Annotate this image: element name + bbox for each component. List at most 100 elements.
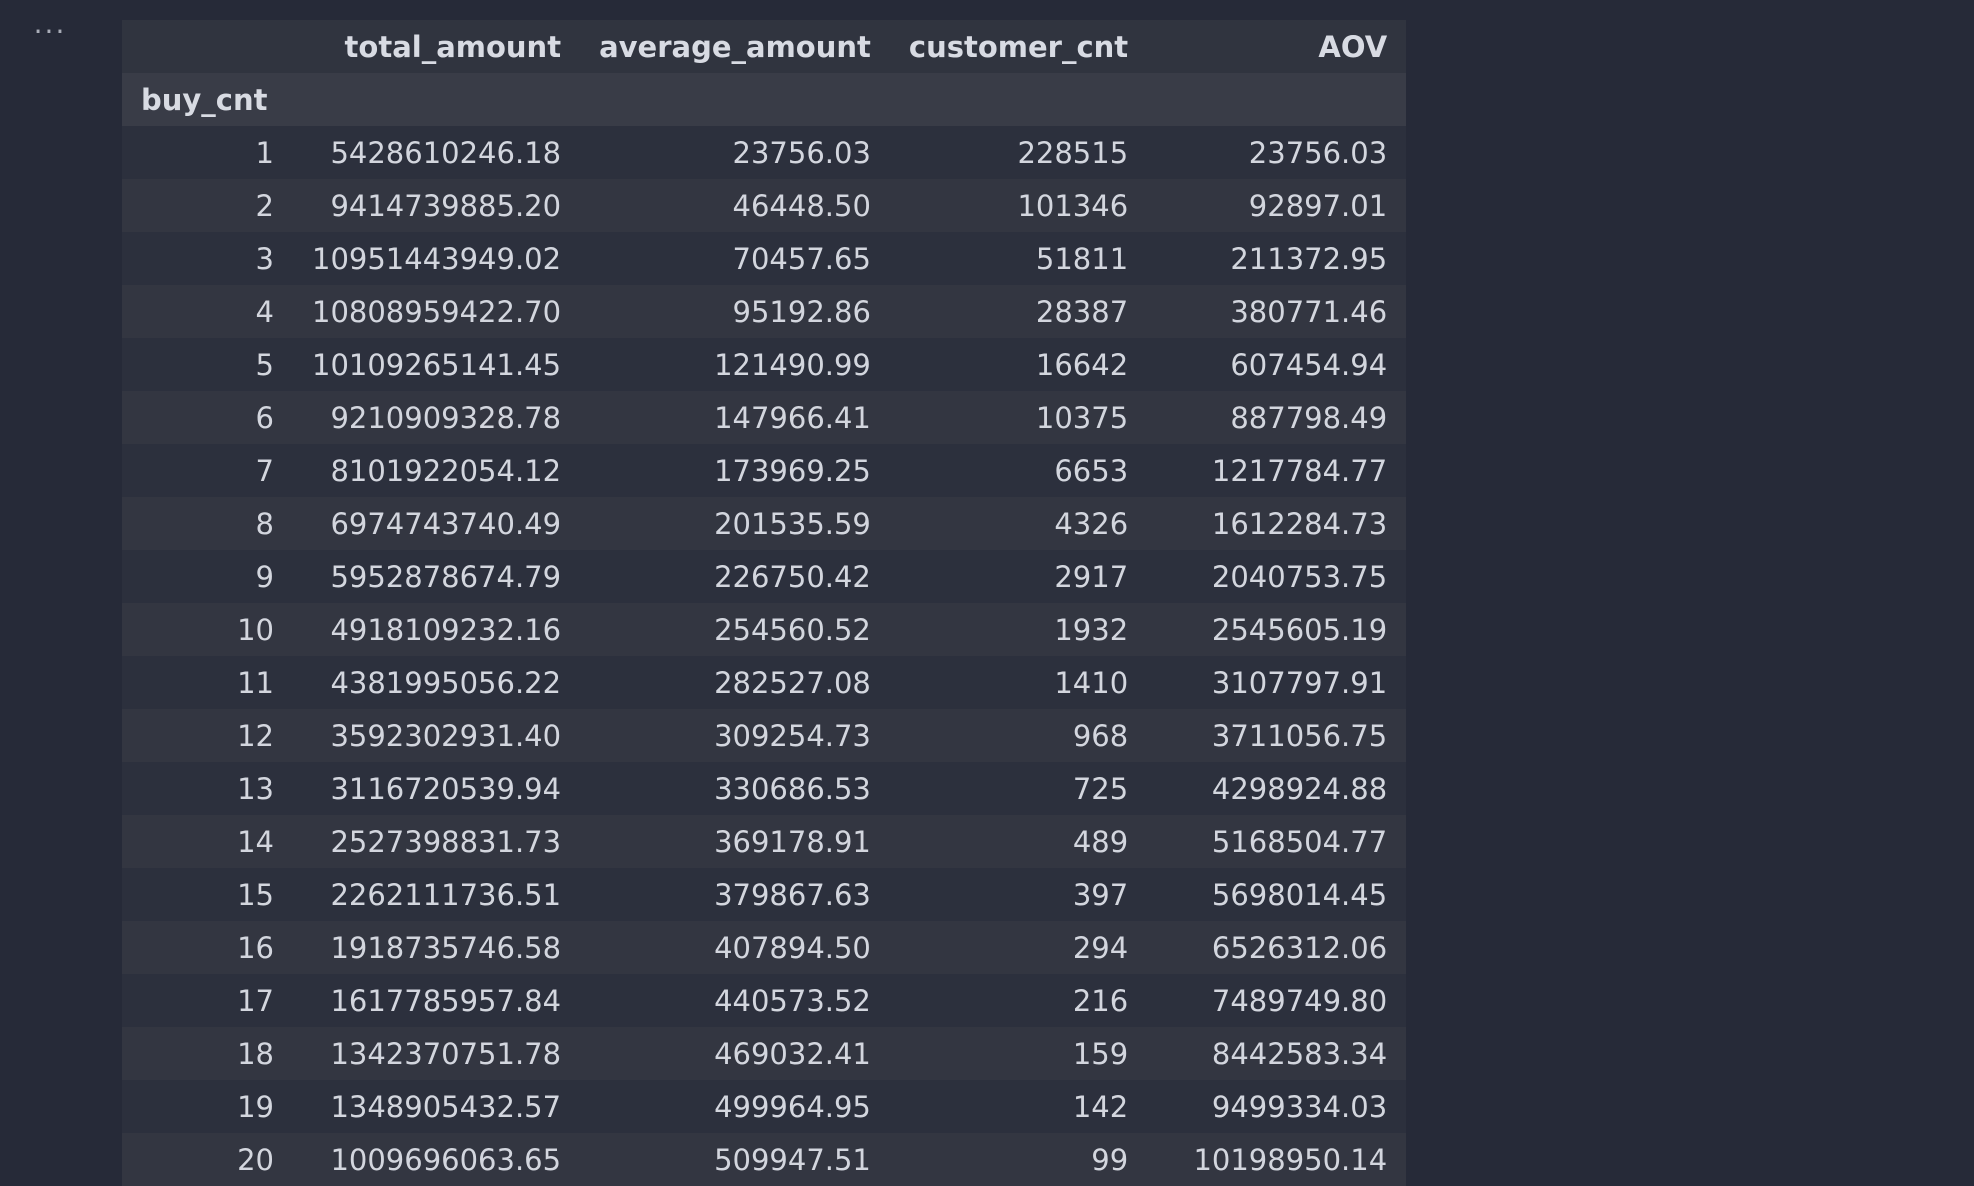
- row-index: 14: [237, 824, 274, 859]
- row-index: 10: [237, 612, 274, 647]
- cell-aov: 9499334.03: [1211, 1089, 1388, 1124]
- cell-customer-cnt: 725: [1072, 771, 1129, 806]
- cell-customer-cnt: 6653: [1054, 453, 1129, 488]
- cell-total-amount: 1617785957.84: [330, 983, 562, 1018]
- table-row: 19 1348905432.57 499964.95 142 9499334.03: [122, 1080, 1407, 1133]
- row-index: 4: [255, 294, 274, 329]
- row-index: 15: [237, 877, 274, 912]
- cell-customer-cnt: 16642: [1035, 347, 1129, 382]
- cell-average-amount: 469032.41: [714, 1036, 871, 1071]
- cell-total-amount: 4381995056.22: [330, 665, 562, 700]
- row-index: 9: [255, 559, 274, 594]
- cell-total-amount: 6974743740.49: [330, 506, 562, 541]
- table-row: 6 9210909328.78 147966.41 10375 887798.49: [122, 391, 1407, 444]
- cell-aov: 3107797.91: [1211, 665, 1388, 700]
- cell-average-amount: 254560.52: [714, 612, 871, 647]
- cell-aov: 2545605.19: [1211, 612, 1388, 647]
- row-index: 19: [237, 1089, 274, 1124]
- cell-aov: 5168504.77: [1211, 824, 1388, 859]
- dataframe-table: total_amount average_amount customer_cnt…: [122, 20, 1407, 1186]
- cell-total-amount: 2262111736.51: [330, 877, 562, 912]
- cell-average-amount: 121490.99: [714, 347, 871, 382]
- table-row: 5 10109265141.45 121490.99 16642 607454.94: [122, 338, 1407, 391]
- cell-customer-cnt: 4326: [1054, 506, 1129, 541]
- row-index: 18: [237, 1036, 274, 1071]
- table-row: 11 4381995056.22 282527.08 1410 3107797.91: [122, 656, 1407, 709]
- cell-customer-cnt: 968: [1072, 718, 1129, 753]
- column-header-customer-cnt: customer_cnt: [908, 29, 1129, 64]
- cell-aov: 10198950.14: [1193, 1142, 1388, 1177]
- table-row: 14 2527398831.73 369178.91 489 5168504.77: [122, 815, 1407, 868]
- table-row: 16 1918735746.58 407894.50 294 6526312.06: [122, 921, 1407, 974]
- row-index: 6: [255, 400, 274, 435]
- cell-customer-cnt: 10375: [1035, 400, 1129, 435]
- cell-total-amount: 1009696063.65: [330, 1142, 562, 1177]
- cell-customer-cnt: 397: [1072, 877, 1129, 912]
- cell-average-amount: 95192.86: [732, 294, 871, 329]
- cell-customer-cnt: 142: [1072, 1089, 1129, 1124]
- cell-customer-cnt: 99: [1091, 1142, 1129, 1177]
- column-header-total-amount: total_amount: [344, 29, 562, 64]
- cell-customer-cnt: 159: [1072, 1036, 1129, 1071]
- cell-average-amount: 407894.50: [714, 930, 871, 965]
- cell-average-amount: 440573.52: [714, 983, 871, 1018]
- table-row: 3 10951443949.02 70457.65 51811 211372.95: [122, 232, 1407, 285]
- table-row: 10 4918109232.16 254560.52 1932 2545605.19: [122, 603, 1407, 656]
- cell-customer-cnt: 1932: [1054, 612, 1129, 647]
- cell-average-amount: 379867.63: [714, 877, 871, 912]
- cell-aov: 380771.46: [1230, 294, 1388, 329]
- cell-aov: 1217784.77: [1211, 453, 1388, 488]
- cell-average-amount: 282527.08: [714, 665, 871, 700]
- cell-average-amount: 499964.95: [714, 1089, 871, 1124]
- cell-aov: 887798.49: [1230, 400, 1388, 435]
- row-index: 2: [255, 188, 274, 223]
- cell-average-amount: 46448.50: [732, 188, 871, 223]
- row-index: 16: [237, 930, 274, 965]
- cell-average-amount: 309254.73: [714, 718, 871, 753]
- cell-average-amount: 509947.51: [714, 1142, 871, 1177]
- cell-customer-cnt: 51811: [1035, 241, 1129, 276]
- index-name-row: buy_cnt: [122, 73, 1407, 126]
- cell-average-amount: 330686.53: [714, 771, 871, 806]
- row-index: 8: [255, 506, 274, 541]
- cell-customer-cnt: 489: [1072, 824, 1129, 859]
- cell-aov: 7489749.80: [1211, 983, 1388, 1018]
- cell-total-amount: 10951443949.02: [312, 241, 562, 276]
- row-index: 12: [237, 718, 274, 753]
- index-header-blank: [122, 20, 293, 73]
- cell-total-amount: 2527398831.73: [330, 824, 562, 859]
- table-row: 18 1342370751.78 469032.41 159 8442583.34: [122, 1027, 1407, 1080]
- table-row: 4 10808959422.70 95192.86 28387 380771.46: [122, 285, 1407, 338]
- table-row: 12 3592302931.40 309254.73 968 3711056.75: [122, 709, 1407, 762]
- column-header-row: total_amount average_amount customer_cnt…: [122, 20, 1407, 73]
- cell-aov: 2040753.75: [1211, 559, 1388, 594]
- cell-average-amount: 173969.25: [714, 453, 871, 488]
- cell-customer-cnt: 294: [1072, 930, 1129, 965]
- cell-total-amount: 4918109232.16: [330, 612, 562, 647]
- table-row: 20 1009696063.65 509947.51 99 10198950.14: [122, 1133, 1407, 1186]
- cell-gutter: ···: [0, 0, 101, 1186]
- cell-aov: 3711056.75: [1211, 718, 1388, 753]
- cell-average-amount: 226750.42: [714, 559, 871, 594]
- cell-total-amount: 9414739885.20: [330, 188, 562, 223]
- cell-aov: 1612284.73: [1211, 506, 1388, 541]
- table-row: 8 6974743740.49 201535.59 4326 1612284.73: [122, 497, 1407, 550]
- row-index: 13: [237, 771, 274, 806]
- cell-aov: 23756.03: [1248, 135, 1388, 170]
- cell-customer-cnt: 2917: [1054, 559, 1129, 594]
- cell-average-amount: 147966.41: [714, 400, 871, 435]
- cell-total-amount: 5428610246.18: [330, 135, 562, 170]
- cell-customer-cnt: 28387: [1035, 294, 1129, 329]
- cell-average-amount: 369178.91: [714, 824, 871, 859]
- row-index: 7: [255, 453, 274, 488]
- cell-total-amount: 9210909328.78: [330, 400, 562, 435]
- row-index: 1: [255, 135, 274, 170]
- table-row: 9 5952878674.79 226750.42 2917 2040753.75: [122, 550, 1407, 603]
- cell-customer-cnt: 101346: [1017, 188, 1129, 223]
- more-horizontal-icon[interactable]: ···: [30, 18, 70, 52]
- row-index: 3: [255, 241, 274, 276]
- cell-customer-cnt: 216: [1072, 983, 1129, 1018]
- table-row: 2 9414739885.20 46448.50 101346 92897.01: [122, 179, 1407, 232]
- cell-aov: 211372.95: [1230, 241, 1388, 276]
- cell-total-amount: 3592302931.40: [330, 718, 562, 753]
